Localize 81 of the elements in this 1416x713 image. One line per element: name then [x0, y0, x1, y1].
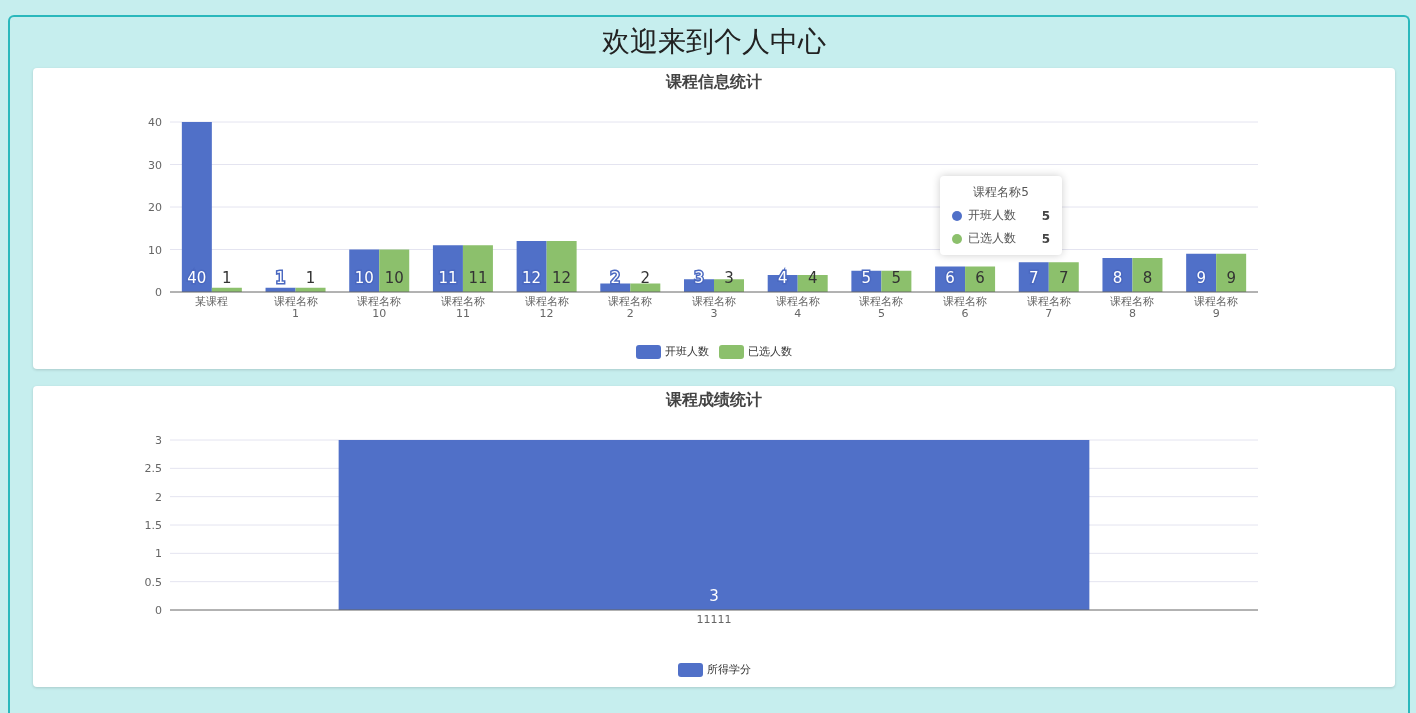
- axis-category-label: 课程名称11: [439, 296, 486, 320]
- bar[interactable]: [432, 245, 463, 292]
- legend-swatch: [636, 344, 661, 359]
- chart-title: 课程成绩统计: [666, 390, 762, 410]
- bar-value-label: 11: [438, 269, 458, 287]
- bar-value-label: 2: [640, 269, 651, 287]
- bar-value-label: 40: [187, 269, 207, 287]
- bar-value-label: 6: [975, 269, 985, 287]
- bar-value-label: 7: [1059, 269, 1069, 287]
- bar-value-label: 3: [709, 587, 719, 605]
- legend-swatch: [677, 662, 703, 677]
- legend-swatch: [719, 344, 744, 359]
- bar[interactable]: [881, 270, 912, 292]
- axis-tick-label: 2: [155, 490, 162, 504]
- bar-value-label: 9: [1226, 269, 1236, 287]
- axis-category-label: 课程名称3: [691, 296, 737, 320]
- bar-value-label: 1: [275, 269, 286, 287]
- axis-category-label: 课程名称7: [1025, 296, 1072, 320]
- axis-category-label: 课程名称6: [942, 296, 989, 320]
- axis-category-label: 课程名称10: [356, 296, 403, 320]
- axis-category-label: 课程名称8: [1109, 296, 1156, 320]
- axis-tick-label: 1: [155, 547, 162, 561]
- bar[interactable]: [1048, 262, 1079, 292]
- bar-value-label: 10: [354, 269, 374, 287]
- page-title: 欢迎来到个人中心: [601, 24, 827, 60]
- bar[interactable]: [379, 249, 410, 292]
- axis-tick-label: 0: [155, 286, 162, 299]
- bar[interactable]: [935, 266, 966, 292]
- axis-tick-label: 0.5: [144, 575, 162, 589]
- bar-value-label: 6: [945, 269, 955, 287]
- bar-value-label: 11: [468, 269, 488, 287]
- bar[interactable]: [1102, 258, 1133, 292]
- tooltip-title: 课程名称5: [972, 184, 1030, 201]
- bar[interactable]: [349, 249, 380, 292]
- bar-value-label: 4: [807, 269, 818, 287]
- axis-tick-label: 10: [148, 243, 162, 257]
- bar[interactable]: [965, 266, 996, 292]
- bar-value-label: 3: [694, 269, 704, 287]
- bar[interactable]: [1186, 253, 1217, 292]
- axis-tick-label: 3: [155, 434, 162, 447]
- bar[interactable]: [851, 270, 882, 292]
- bar[interactable]: [181, 122, 212, 292]
- bar-value-label: 1: [305, 269, 316, 287]
- bar-value-label: 9: [1196, 269, 1206, 287]
- axis-tick-label: 30: [148, 158, 162, 172]
- axis-category-label: 课程名称9: [1193, 296, 1240, 320]
- axis-category-label: 某课程: [194, 296, 230, 308]
- bar-value-label: 12: [552, 269, 572, 287]
- bar[interactable]: [546, 241, 577, 292]
- bar-value-label: 4: [777, 269, 788, 287]
- bar[interactable]: [1216, 253, 1247, 292]
- axis-tick-label: 0: [155, 604, 162, 617]
- bar-value-label: 2: [610, 269, 621, 287]
- bar-value-label: 7: [1029, 269, 1039, 287]
- bar-value-label: 8: [1112, 269, 1123, 287]
- legend-item[interactable]: 所得学分: [677, 662, 751, 677]
- bar-value-label: 12: [522, 269, 542, 287]
- axis-category-label: 课程名称12: [523, 296, 570, 320]
- bar-value-label: 8: [1142, 269, 1153, 287]
- bar-value-label: 5: [891, 269, 902, 287]
- bar-value-label: 5: [861, 269, 872, 287]
- bar-value-label: 10: [384, 269, 404, 287]
- axis-tick-label: 2.5: [144, 462, 162, 476]
- axis-category-label: 课程名称5: [858, 296, 905, 320]
- axis-category-label: 11111: [695, 614, 733, 626]
- chart-title: 课程信息统计: [666, 72, 762, 92]
- bar-value-label: 1: [222, 269, 232, 287]
- tooltip-value: 5: [1041, 231, 1050, 246]
- tooltip-series-name: 开班人数: [968, 207, 1016, 224]
- legend-item[interactable]: 开班人数: [636, 344, 709, 359]
- axis-tick-label: 20: [148, 201, 162, 214]
- axis-tick-label: 40: [148, 116, 162, 129]
- axis-tick-label: 1.5: [144, 519, 162, 532]
- axis-category-label: 课程名称2: [607, 296, 654, 320]
- legend-item[interactable]: 已选人数: [719, 344, 792, 359]
- axis-category-label: 课程名称1: [272, 296, 319, 320]
- tooltip-value: 5: [1041, 208, 1050, 223]
- bar-value-label: 3: [724, 269, 734, 287]
- tooltip-series-name: 已选人数: [968, 230, 1016, 247]
- bar[interactable]: [1132, 258, 1163, 292]
- axis-category-label: 课程名称4: [774, 296, 821, 320]
